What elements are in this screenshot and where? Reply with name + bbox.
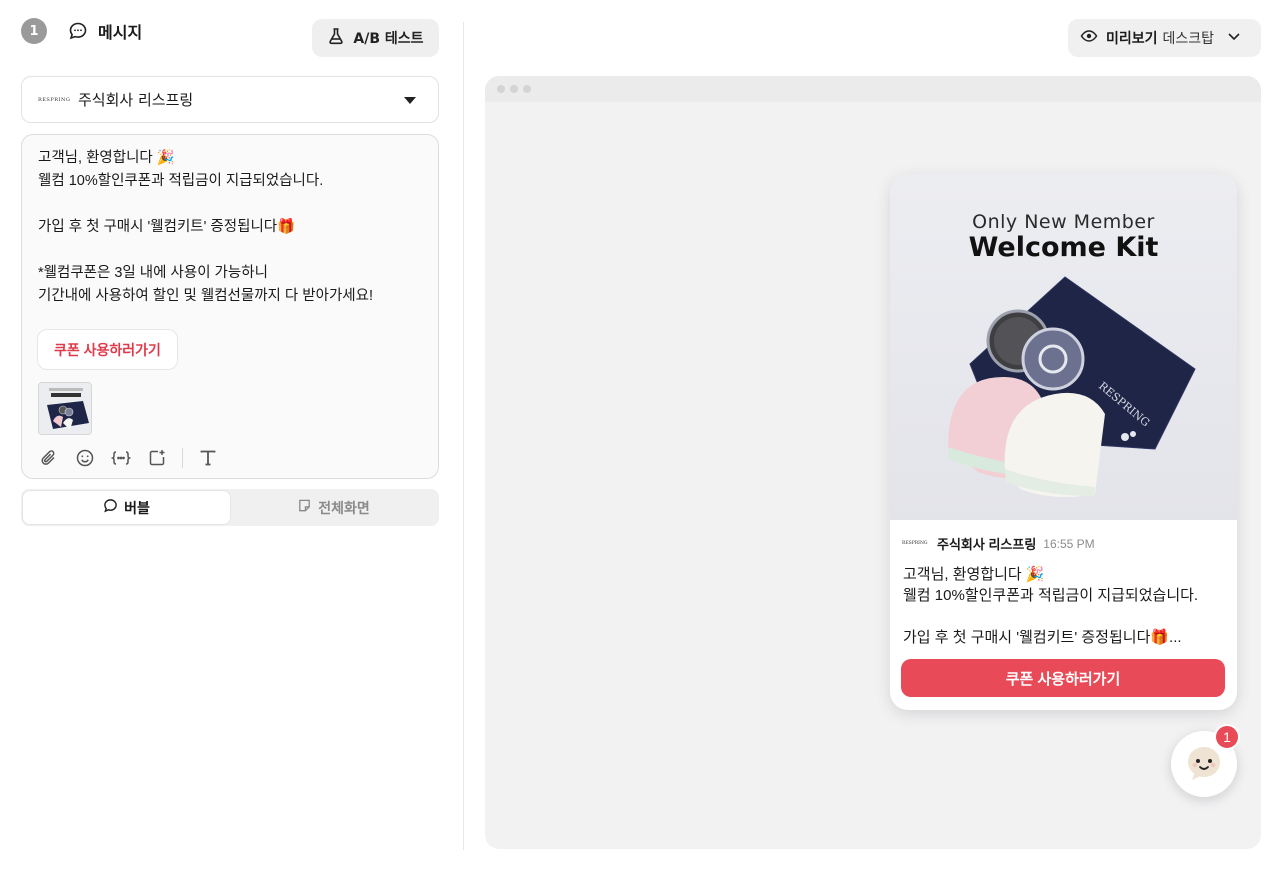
step-number-badge: 1 (21, 18, 47, 44)
card-sender-logo: RESPRING (902, 541, 928, 546)
browser-title-bar (485, 76, 1261, 102)
page-title: 메시지 (98, 23, 143, 42)
window-dot (497, 85, 505, 93)
tab-fullscreen[interactable]: 전체화면 (230, 491, 437, 524)
preview-device: 데스크탑 (1162, 31, 1215, 47)
image-title: Welcome Kit (968, 232, 1159, 263)
tab-fullscreen-label: 전체화면 (318, 500, 370, 517)
window-dot (510, 85, 518, 93)
card-timestamp: 16:55 PM (1043, 536, 1095, 551)
sender-select[interactable]: RESPRING 주식회사 리스프링 (21, 76, 439, 123)
message-editor-screen: 1 메시지 A/B 테스트 RESPRING 주식회사 리스프링 고객님, 환영… (0, 0, 1280, 870)
unread-count-badge: 1 (1214, 724, 1240, 750)
card-sender-row: RESPRING 주식회사 리스프링 16:55 PM (902, 534, 1095, 553)
sender-logo: RESPRING (38, 96, 71, 103)
text-format-icon[interactable] (197, 447, 219, 469)
add-image-icon[interactable] (146, 447, 168, 469)
tab-bubble[interactable]: 버블 (23, 491, 230, 524)
image-subtitle: Only New Member (972, 211, 1155, 233)
caret-down-icon (404, 97, 416, 104)
card-message-text: 고객님, 환영합니다 🎉 웰컴 10%할인쿠폰과 적립금이 지급되었습니다. 가… (903, 566, 1199, 646)
chat-bubble-icon (68, 21, 88, 41)
window-dot (523, 85, 531, 93)
ab-test-label: A/B 테스트 (353, 31, 424, 47)
panel-divider (463, 22, 464, 850)
welcome-kit-image: Only New Member Welcome Kit RESPRING (890, 174, 1237, 520)
attached-image-thumbnail[interactable] (38, 382, 92, 435)
preview-label: 미리보기 (1106, 31, 1158, 47)
tab-bubble-label: 버블 (124, 500, 150, 517)
coupon-button-preview[interactable]: 쿠폰 사용하러가기 (37, 329, 178, 370)
ab-test-button[interactable]: A/B 테스트 (312, 19, 439, 57)
editor-toolbar (38, 447, 219, 469)
chevron-down-icon (1222, 28, 1242, 48)
eye-icon (1080, 27, 1098, 49)
paperclip-icon[interactable] (38, 447, 60, 469)
message-editor[interactable]: 고객님, 환영합니다 🎉 웰컴 10%할인쿠폰과 적립금이 지급되었습니다. 가… (21, 134, 439, 479)
flask-icon (327, 27, 345, 49)
emoji-icon[interactable] (74, 447, 96, 469)
variable-icon[interactable] (110, 447, 132, 469)
message-body-text[interactable]: 고객님, 환영합니다 🎉 웰컴 10%할인쿠폰과 적립금이 지급되었습니다. 가… (38, 147, 428, 308)
message-preview-card: Only New Member Welcome Kit RESPRING RES… (890, 174, 1237, 710)
bubble-icon (103, 498, 118, 517)
browser-preview-frame: Only New Member Welcome Kit RESPRING RES… (485, 76, 1261, 849)
fullscreen-note-icon (297, 498, 312, 517)
card-coupon-button[interactable]: 쿠폰 사용하러가기 (901, 659, 1225, 697)
sender-name: 주식회사 리스프링 (78, 91, 194, 109)
display-mode-tabs: 버블 전체화면 (21, 489, 439, 526)
toolbar-divider (182, 448, 183, 468)
product-illustration: RESPRING (948, 276, 1196, 498)
preview-device-select[interactable]: 미리보기 데스크탑 (1068, 19, 1261, 57)
chat-mascot-icon (1188, 747, 1220, 780)
card-sender-name: 주식회사 리스프링 (937, 537, 1037, 552)
